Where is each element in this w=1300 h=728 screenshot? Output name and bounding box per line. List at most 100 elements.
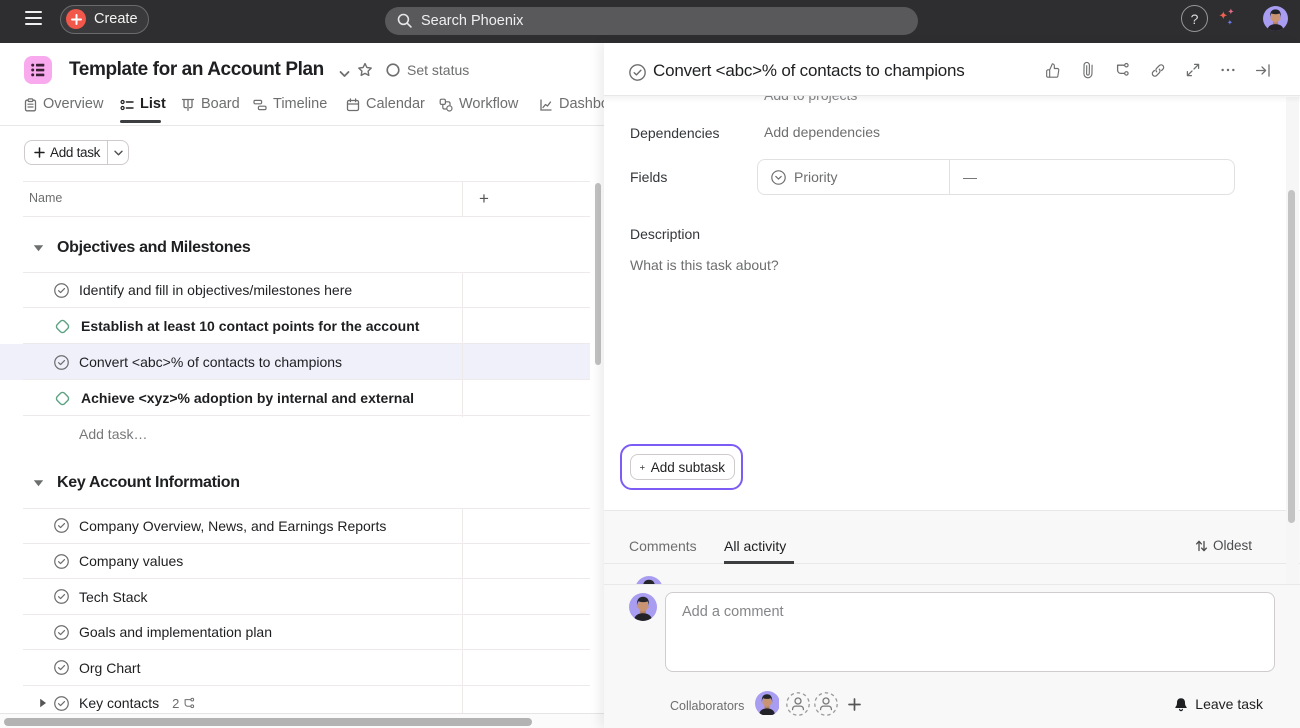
empty-collaborator-slot-icon[interactable] [814, 692, 838, 716]
field-priority-value[interactable]: — [963, 160, 977, 194]
task-panel-body: Add to projects Dependencies Add depende… [604, 96, 1300, 567]
task-check-icon[interactable] [54, 696, 69, 711]
status-circle-icon [386, 63, 400, 77]
star-icon[interactable] [357, 62, 373, 83]
task-row[interactable]: Establish at least 10 contact points for… [0, 308, 590, 344]
section-header[interactable]: Objectives and Milestones [0, 234, 604, 262]
list-horizontal-scroll-track [0, 713, 604, 728]
task-row[interactable]: Achieve <xyz>% adoption by internal and … [0, 380, 590, 416]
field-priority[interactable]: Priority [771, 160, 838, 194]
task-name[interactable]: Tech Stack [79, 589, 147, 605]
milestone-icon[interactable] [54, 318, 71, 335]
list-horizontal-scrollbar[interactable] [4, 718, 532, 726]
section-collapse-icon[interactable] [33, 239, 44, 257]
table-header: Name + [0, 181, 604, 217]
like-icon[interactable] [1045, 62, 1061, 78]
task-name[interactable]: Establish at least 10 contact points for… [81, 318, 419, 334]
link-icon[interactable] [1150, 62, 1166, 78]
user-avatar[interactable] [1263, 6, 1288, 31]
tab-all-activity[interactable]: All activity [724, 538, 786, 554]
chevron-down-icon[interactable] [339, 65, 350, 83]
dashboard-icon [539, 98, 553, 112]
add-subtask-button[interactable]: Add subtask [630, 454, 735, 480]
section-header[interactable]: Key Account Information [0, 469, 604, 497]
active-tab-underline [120, 120, 161, 123]
tab-board[interactable]: Board [181, 96, 240, 126]
task-row[interactable]: Identify and fill in objectives/mileston… [0, 272, 590, 308]
section-collapse-icon[interactable] [33, 474, 44, 492]
task-name[interactable]: Identify and fill in objectives/mileston… [79, 282, 352, 298]
task-row[interactable]: Goals and implementation plan [0, 615, 590, 651]
close-panel-icon[interactable] [1255, 62, 1271, 78]
hamburger-menu-icon[interactable] [25, 11, 42, 31]
task-name[interactable]: Company values [79, 553, 183, 569]
timeline-icon [253, 98, 267, 112]
empty-collaborator-slot-icon[interactable] [786, 692, 810, 716]
search-input[interactable]: Search Phoenix [385, 7, 918, 35]
tab-workflow[interactable]: Workflow [439, 96, 518, 126]
task-check-icon[interactable] [54, 589, 69, 604]
task-row[interactable]: Org Chart [0, 650, 590, 686]
add-task-dropdown[interactable] [108, 141, 128, 164]
tab-calendar[interactable]: Calendar [346, 96, 425, 126]
activity-tab-underline [724, 561, 794, 564]
task-row[interactable]: Tech Stack [0, 579, 590, 615]
collaborator-avatar[interactable] [755, 691, 780, 716]
more-options-icon[interactable] [1220, 62, 1236, 78]
task-check-icon[interactable] [54, 660, 69, 675]
project-icon[interactable] [24, 56, 52, 84]
collaborators-row: Collaborators Leave task [604, 681, 1300, 721]
add-dependencies-button[interactable]: Add dependencies [764, 124, 880, 140]
task-complete-check-icon[interactable] [629, 64, 646, 86]
task-name[interactable]: Key contacts [79, 695, 159, 711]
bell-icon [1174, 697, 1188, 712]
task-check-icon[interactable] [54, 554, 69, 569]
add-column-button[interactable]: + [472, 187, 496, 211]
tab-timeline[interactable]: Timeline [253, 96, 327, 126]
tab-comments[interactable]: Comments [629, 538, 697, 554]
task-row[interactable]: Company Overview, News, and Earnings Rep… [0, 508, 590, 544]
page-title: Template for an Account Plan [69, 59, 324, 81]
plus-icon [34, 147, 45, 158]
task-name[interactable]: Achieve <xyz>% adoption by internal and … [81, 390, 414, 406]
add-task-button[interactable]: Add task [25, 141, 108, 164]
task-title[interactable]: Convert <abc>% of contacts to champions [653, 61, 965, 81]
task-name[interactable]: Convert <abc>% of contacts to champions [79, 354, 342, 370]
task-check-icon[interactable] [54, 283, 69, 298]
list-vertical-scrollbar[interactable] [595, 183, 601, 365]
create-button[interactable]: Create [60, 5, 149, 34]
sort-arrows-icon [1195, 539, 1208, 553]
task-check-icon[interactable] [54, 355, 69, 370]
attachment-icon[interactable] [1080, 62, 1096, 78]
expand-icon[interactable] [1185, 62, 1201, 78]
task-name[interactable]: Company Overview, News, and Earnings Rep… [79, 518, 386, 534]
add-task-split-button: Add task [24, 140, 129, 165]
add-to-projects-button[interactable]: Add to projects [764, 96, 857, 103]
tab-overview[interactable]: Overview [24, 96, 103, 126]
plus-icon [66, 9, 86, 29]
task-check-icon[interactable] [54, 625, 69, 640]
overview-icon [24, 98, 37, 112]
task-check-icon[interactable] [54, 518, 69, 533]
task-row[interactable]: Company values [0, 544, 590, 580]
task-row[interactable]: Convert <abc>% of contacts to champions [0, 344, 590, 380]
set-status-button[interactable]: Set status [386, 62, 469, 78]
task-name[interactable]: Org Chart [79, 660, 140, 676]
task-name[interactable]: Goals and implementation plan [79, 624, 272, 640]
description-input[interactable]: What is this task about? [630, 257, 1260, 427]
subtask-icon[interactable] [1115, 62, 1131, 78]
add-task-row[interactable]: Add task… [79, 426, 147, 442]
ai-sparkle-icon[interactable] [1217, 7, 1241, 31]
comment-input[interactable]: Add a comment [665, 592, 1275, 672]
panel-scrollbar[interactable] [1288, 190, 1295, 523]
sort-button[interactable]: Oldest [1195, 538, 1252, 553]
leave-task-button[interactable]: Leave task [1174, 696, 1263, 712]
expand-subtasks-icon[interactable] [39, 698, 47, 708]
help-button[interactable]: ? [1181, 5, 1208, 32]
milestone-icon[interactable] [54, 390, 71, 407]
activity-section: Comments All activity Oldest [604, 510, 1300, 584]
description-label: Description [630, 226, 700, 242]
task-panel-header: Convert <abc>% of contacts to champions [604, 43, 1300, 96]
chevron-down-icon [114, 150, 123, 156]
add-collaborator-button[interactable] [848, 698, 861, 716]
